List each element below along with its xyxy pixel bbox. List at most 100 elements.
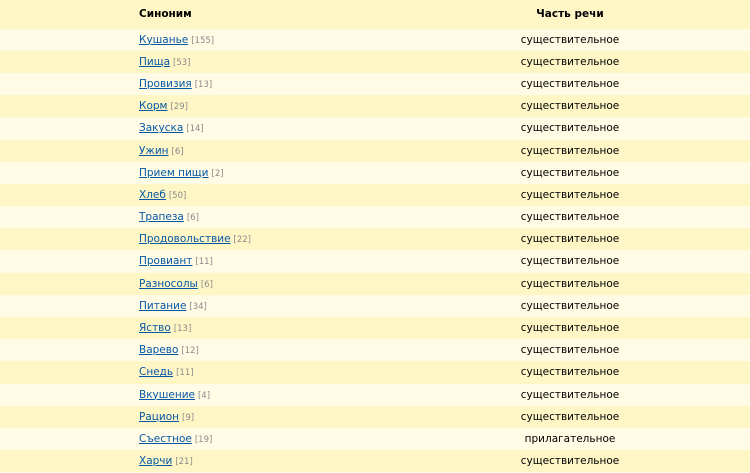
synonym-cell: Закуска [14] [139, 117, 204, 140]
table-row: Трапеза [6] существительное [0, 206, 750, 229]
synonym-link[interactable]: Рацион [139, 411, 179, 423]
synonym-count: [155] [191, 35, 215, 46]
synonym-link[interactable]: Пища [139, 56, 170, 68]
table-row: Снедь [11] существительное [0, 361, 750, 384]
part-of-speech-cell: существительное [520, 166, 620, 179]
synonym-cell: Трапеза [6] [139, 206, 199, 229]
synonym-link[interactable]: Провиант [139, 255, 192, 267]
table-row: Продовольствие [22] существительное [0, 228, 750, 251]
table-row: Пища [53] существительное [0, 50, 750, 74]
synonym-count: [13] [173, 324, 192, 335]
synonym-cell: Снедь [11] [139, 361, 194, 384]
synonym-link[interactable]: Варево [139, 344, 178, 356]
synonym-cell: Разносолы [6] [139, 273, 213, 296]
table-row: Провиант [11] существительное [0, 250, 750, 273]
synonym-cell: Ужин [6] [139, 140, 184, 163]
synonym-link[interactable]: Харчи [139, 455, 172, 467]
synonym-cell: Съестное [19] [139, 428, 212, 451]
column-header-part-of-speech: Часть речи [536, 8, 604, 20]
part-of-speech-cell: существительное [520, 344, 620, 357]
synonym-link[interactable]: Разносолы [139, 278, 198, 290]
synonym-count: [22] [233, 235, 251, 246]
part-of-speech-cell: существительное [520, 388, 620, 401]
part-of-speech-cell: существительное [520, 188, 620, 201]
table-row: Рацион [9] существительное [0, 405, 750, 429]
table-row: Разносолы [6] существительное [0, 272, 750, 296]
synonym-link[interactable]: Яство [139, 322, 171, 334]
part-of-speech-cell: существительное [520, 211, 620, 224]
synonym-cell: Харчи [21] [139, 450, 193, 473]
synonym-count: [53] [173, 57, 191, 68]
synonym-cell: Питание [34] [139, 295, 207, 318]
part-of-speech-cell: существительное [520, 255, 620, 268]
synonym-count: [6] [186, 213, 199, 224]
part-of-speech-cell: существительное [520, 77, 620, 90]
synonym-link[interactable]: Корм [139, 100, 167, 112]
synonym-link[interactable]: Хлеб [139, 189, 166, 201]
part-of-speech-cell: существительное [520, 322, 620, 335]
synonym-count: [9] [182, 412, 195, 423]
table-row: Вкушение [4] существительное [0, 383, 750, 407]
table-row: Харчи [21] существительное [0, 450, 750, 473]
synonym-count: [6] [200, 279, 213, 290]
part-of-speech-cell: существительное [520, 233, 620, 246]
table-header: Синоним Часть речи [0, 0, 750, 29]
part-of-speech-cell: существительное [520, 366, 620, 379]
column-header-synonym: Синоним [139, 8, 192, 20]
table-row: Яство [13] существительное [0, 317, 750, 340]
synonym-cell: Рацион [9] [139, 406, 194, 429]
synonym-cell: Провиант [11] [139, 250, 213, 273]
synonym-link[interactable]: Провизия [139, 78, 192, 90]
synonym-count: [11] [176, 368, 194, 379]
part-of-speech-cell: существительное [520, 144, 620, 157]
table-row: Прием пищи [2] существительное [0, 161, 750, 185]
synonym-count: [21] [175, 457, 193, 468]
synonym-count: [34] [189, 301, 207, 312]
synonym-link[interactable]: Кушанье [139, 34, 188, 46]
part-of-speech-cell: существительное [520, 410, 620, 423]
table-row: Кушанье [155] существительное [0, 28, 750, 52]
synonym-count: [13] [194, 79, 213, 90]
part-of-speech-cell: прилагательное [524, 432, 616, 445]
part-of-speech-cell: существительное [520, 55, 620, 68]
synonym-count: [50] [168, 190, 187, 201]
synonym-link[interactable]: Продовольствие [139, 233, 231, 245]
synonym-cell: Прием пищи [2] [139, 162, 224, 185]
synonym-count: [29] [170, 102, 188, 113]
synonym-link[interactable]: Снедь [139, 366, 173, 378]
part-of-speech-cell: существительное [520, 299, 620, 312]
part-of-speech-cell: существительное [520, 122, 620, 135]
synonym-count: [4] [197, 390, 211, 401]
table-body: Кушанье [155] существительное Пища [53] сущес… [0, 28, 750, 473]
synonym-link[interactable]: Питание [139, 300, 186, 312]
synonym-link[interactable]: Прием пищи [139, 167, 209, 179]
synonym-cell: Продовольствие [22] [139, 228, 251, 251]
synonym-link[interactable]: Вкушение [139, 389, 195, 401]
synonym-cell: Вкушение [4] [139, 384, 210, 407]
synonym-cell: Корм [29] [139, 95, 188, 118]
synonym-cell: Хлеб [50] [139, 184, 186, 207]
synonym-cell: Пища [53] [139, 51, 191, 74]
synonym-count: [6] [171, 146, 184, 157]
table-row: Варево [12] существительное [0, 339, 750, 362]
synonyms-table: Синоним Часть речи Кушанье [155] существит… [0, 0, 750, 473]
table-row: Съестное [19] прилагательное [0, 427, 750, 451]
synonym-link[interactable]: Ужин [139, 145, 169, 157]
synonym-cell: Кушанье [155] [139, 29, 214, 52]
synonym-count: [12] [181, 346, 199, 357]
part-of-speech-cell: существительное [520, 100, 620, 113]
table-row: Закуска [14] существительное [0, 117, 750, 140]
synonym-link[interactable]: Съестное [139, 433, 192, 445]
part-of-speech-cell: существительное [520, 455, 620, 468]
synonym-count: [11] [195, 257, 213, 268]
synonym-link[interactable]: Закуска [139, 122, 183, 134]
table-row: Ужин [6] существительное [0, 139, 750, 163]
table-row: Провизия [13] существительное [0, 72, 750, 96]
table-row: Хлеб [50] существительное [0, 183, 750, 207]
synonym-count: [14] [186, 124, 204, 135]
synonym-link[interactable]: Трапеза [139, 211, 184, 223]
synonym-count: [19] [194, 434, 213, 445]
synonym-cell: Варево [12] [139, 339, 199, 362]
table-row: Питание [34] существительное [0, 294, 750, 318]
part-of-speech-cell: существительное [520, 277, 620, 290]
